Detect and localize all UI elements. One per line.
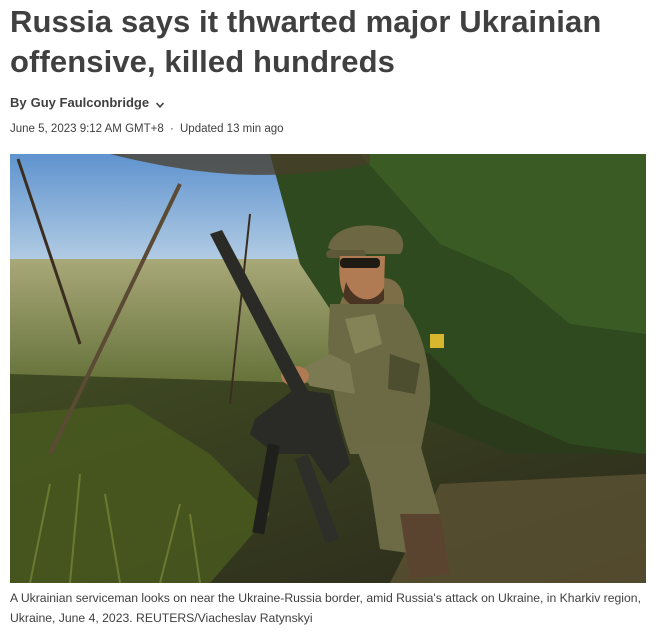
byline-author: Guy Faulconbridge <box>30 95 150 110</box>
article-photo[interactable] <box>10 154 646 583</box>
dateline-separator: · <box>169 123 174 135</box>
byline-prefix: By <box>10 95 27 110</box>
headline: Russia says it thwarted major Ukrainian … <box>10 4 602 79</box>
updated-time: Updated 13 min ago <box>180 123 284 135</box>
chevron-down-icon <box>155 98 165 108</box>
photo-illustration <box>10 154 646 583</box>
article: Russia says it thwarted major Ukrainian … <box>0 0 668 633</box>
photo-caption: A Ukrainian serviceman looks on near the… <box>10 591 641 625</box>
dateline: June 5, 2023 9:12 AM GMT+8 · Updated 13 … <box>10 123 284 135</box>
byline-author-button[interactable]: By Guy Faulconbridge <box>10 95 165 110</box>
published-time: June 5, 2023 9:12 AM GMT+8 <box>10 123 164 135</box>
